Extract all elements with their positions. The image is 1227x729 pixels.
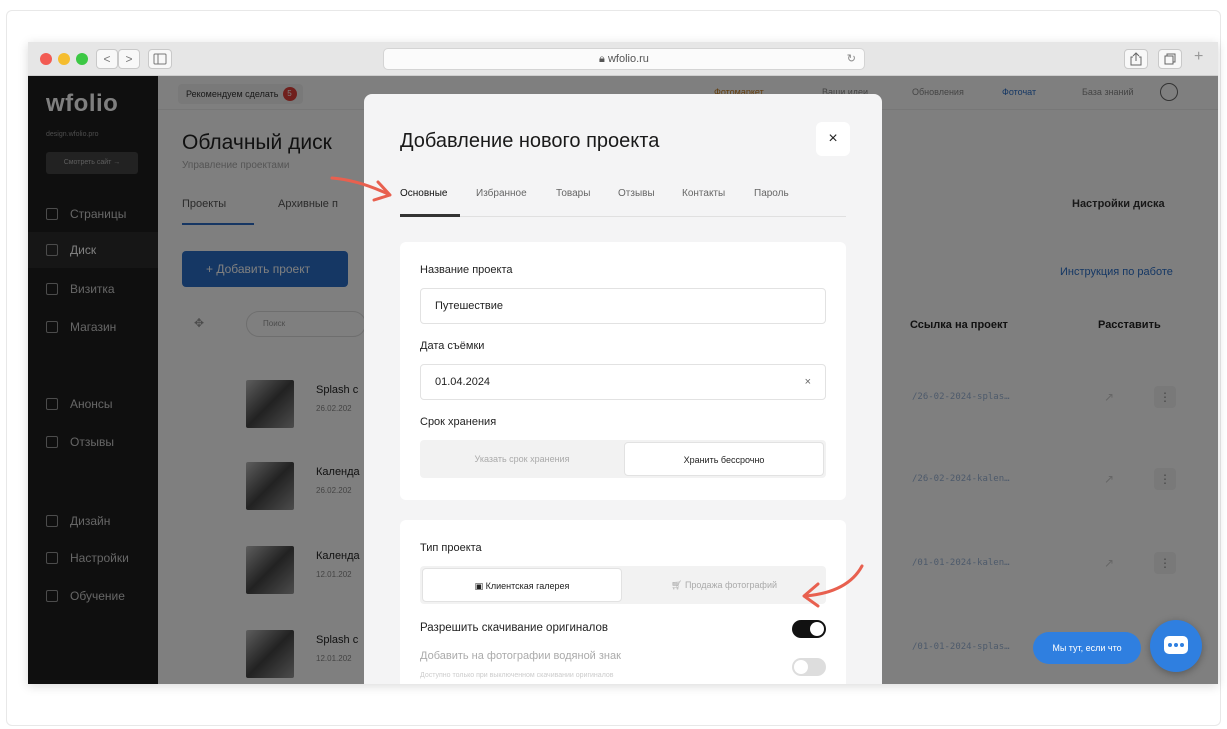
chat-prompt[interactable]: Мы тут, если что: [1033, 632, 1141, 664]
modal-title: Добавление нового проекта: [400, 130, 660, 152]
tab-contacts[interactable]: Контакты: [682, 188, 725, 199]
storage-segmented-control: Указать срок хранения Хранить бессрочно: [420, 440, 826, 478]
annotation-arrow-icon: [330, 176, 392, 202]
toggle-knob: [810, 622, 824, 636]
active-tab-underline: [400, 214, 460, 217]
tabs-divider: [400, 216, 846, 217]
project-name-input[interactable]: Путешествие: [420, 288, 826, 324]
reload-icon[interactable]: ↻: [847, 49, 856, 69]
browser-toolbar: < > 🔒︎ wfolio.ru ↻ +: [28, 42, 1218, 76]
sidebar-toggle-icon[interactable]: [148, 49, 172, 69]
shoot-date-label: Дата съёмки: [420, 340, 485, 352]
keep-forever-option[interactable]: Хранить бессрочно: [624, 442, 824, 476]
tab-products[interactable]: Товары: [556, 188, 590, 199]
project-type-segmented-control: ▣ Клиентская галерея 🛒︎ Продажа фотограф…: [420, 566, 826, 604]
tabs-icon[interactable]: [1158, 49, 1182, 69]
tab-reviews[interactable]: Отзывы: [618, 188, 655, 199]
new-tab-button[interactable]: +: [1194, 48, 1203, 66]
project-name-label: Название проекта: [420, 264, 513, 276]
cart-icon: 🛒︎: [671, 580, 685, 590]
minimize-window-button[interactable]: [58, 53, 70, 65]
url-text: wfolio.ru: [607, 53, 649, 65]
close-window-button[interactable]: [40, 53, 52, 65]
back-button[interactable]: <: [96, 49, 118, 69]
forward-button[interactable]: >: [118, 49, 140, 69]
tab-password[interactable]: Пароль: [754, 188, 789, 199]
maximize-window-button[interactable]: [76, 53, 88, 65]
address-bar[interactable]: 🔒︎ wfolio.ru ↻: [383, 48, 865, 70]
allow-download-label: Разрешить скачивание оригиналов: [420, 622, 608, 634]
clear-date-icon[interactable]: ×: [805, 365, 811, 399]
image-icon: ▣: [474, 581, 486, 591]
allow-download-toggle[interactable]: [792, 620, 826, 638]
watermark-toggle[interactable]: [792, 658, 826, 676]
lock-icon: 🔒︎: [599, 53, 608, 65]
tab-favorites[interactable]: Избранное: [476, 188, 527, 199]
storage-label: Срок хранения: [420, 416, 497, 428]
browser-window: < > 🔒︎ wfolio.ru ↻ + wfolio design.wfoli…: [28, 42, 1218, 684]
chat-button[interactable]: [1150, 620, 1202, 672]
photo-sale-option[interactable]: 🛒︎ Продажа фотографий: [624, 568, 824, 602]
project-type-panel: Тип проекта ▣ Клиентская галерея 🛒︎ Прод…: [400, 520, 846, 684]
annotation-arrow-icon: [802, 564, 864, 608]
share-icon[interactable]: [1124, 49, 1148, 69]
watermark-hint: Доступно только при выключенном скачиван…: [420, 672, 614, 679]
tab-main[interactable]: Основные: [400, 188, 447, 199]
shoot-date-input[interactable]: 01.04.2024 ×: [420, 364, 826, 400]
watermark-label: Добавить на фотографии водяной знак: [420, 650, 621, 662]
client-gallery-option[interactable]: ▣ Клиентская галерея: [422, 568, 622, 602]
set-storage-option[interactable]: Указать срок хранения: [422, 442, 622, 476]
client-gallery-label: Клиентская галерея: [485, 581, 570, 591]
shoot-date-value: 01.04.2024: [435, 376, 491, 388]
general-panel: Название проекта Путешествие Дата съёмки…: [400, 242, 846, 500]
close-icon[interactable]: ×: [816, 122, 850, 156]
toggle-knob: [794, 660, 808, 674]
project-type-label: Тип проекта: [420, 542, 482, 554]
chat-icon: [1164, 636, 1188, 654]
photo-sale-label: Продажа фотографий: [684, 580, 777, 590]
